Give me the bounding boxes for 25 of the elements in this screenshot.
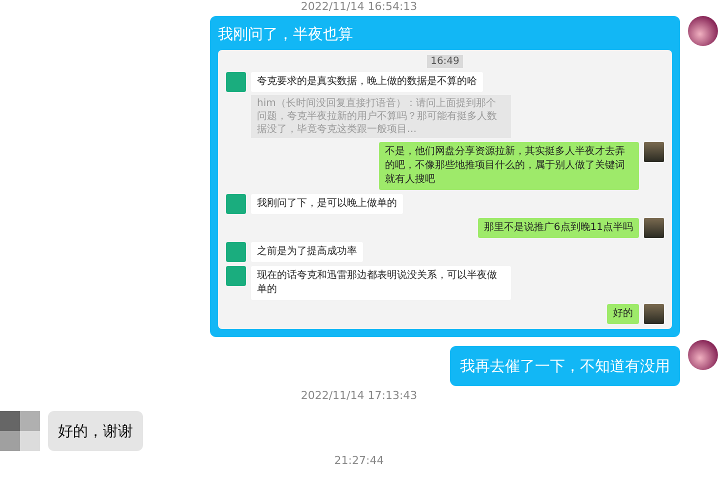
message-bubble: 不是，他们网盘分享资源拉新，其实挺多人半夜才去弄的吧，不像那些地推项目什么的，属于别人做了关键词就有人搜吧 xyxy=(379,142,639,190)
quoted-message: him（长时间没回复直接打语音）：请问上面提到那个问题，夸克半夜拉新的用户不算吗？那可能有挺多人数据没了，毕竟夸克这类跟一般项目... xyxy=(251,95,511,138)
message-bubble: 之前是为了提高成功率 xyxy=(251,242,363,262)
message-bubble: 我再去催了一下，不知道有没用 xyxy=(450,346,680,386)
timestamp: 2022/11/14 17:13:43 xyxy=(300,389,418,402)
message-bubble: 夸克要求的是真实数据，晚上做的数据是不算的哈 xyxy=(251,72,483,92)
message-bubble: 好的，谢谢 xyxy=(48,411,143,451)
timestamp: 2022/11/14 16:54:13 xyxy=(300,0,418,13)
message-bubble: 那里不是说推广6点到晚11点半吗 xyxy=(478,218,639,238)
logo-icon xyxy=(226,194,246,214)
avatar-photo xyxy=(644,304,664,324)
logo-icon xyxy=(226,72,246,92)
timestamp: 16:49 xyxy=(426,55,464,68)
avatar-photo xyxy=(688,16,718,46)
avatar-photo xyxy=(644,142,664,162)
message-bubble: 我刚问了下，是可以晚上做单的 xyxy=(251,194,403,214)
message-text: 我刚问了，半夜也算 xyxy=(218,24,354,44)
timestamp: 21:27:44 xyxy=(334,454,384,467)
avatar-photo xyxy=(688,340,718,370)
message-bubble: 现在的话夸克和迅雷那边都表明说没关系，可以半夜做单的 xyxy=(251,266,511,300)
avatar-photo xyxy=(644,218,664,238)
mosaic-avatar xyxy=(0,411,40,451)
message-bubble: 好的 xyxy=(607,304,639,324)
logo-icon xyxy=(226,242,246,262)
logo-icon xyxy=(226,266,246,286)
